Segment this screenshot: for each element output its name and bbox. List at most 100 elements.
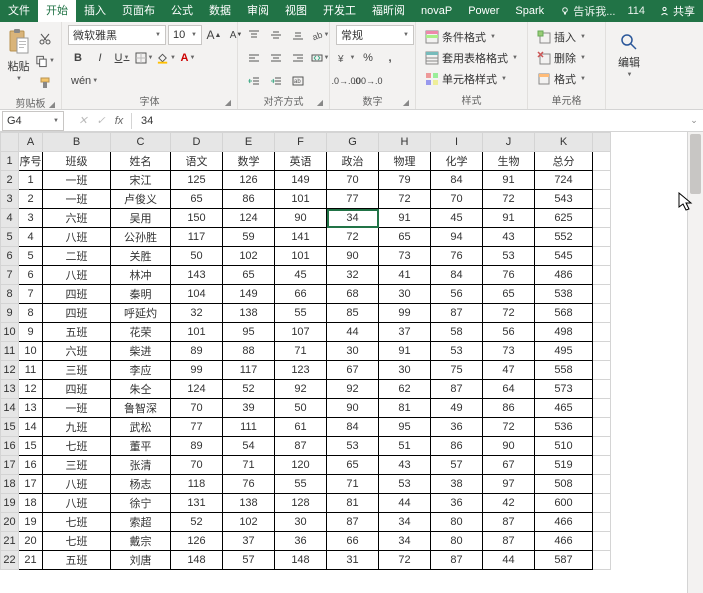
copy-button[interactable]: ▼ [35, 51, 55, 71]
dialog-launcher-icon[interactable]: ◢ [317, 98, 323, 107]
cell[interactable]: 545 [535, 247, 593, 266]
align-middle-button[interactable] [266, 25, 286, 45]
row-header-14[interactable]: 14 [1, 399, 19, 418]
cell[interactable]: 55 [275, 304, 327, 323]
cell[interactable]: 87 [431, 551, 483, 570]
select-all-corner[interactable] [1, 133, 19, 152]
cell[interactable]: 36 [431, 494, 483, 513]
cell[interactable]: 91 [379, 209, 431, 228]
cell[interactable]: 三班 [43, 456, 111, 475]
cell[interactable]: 558 [535, 361, 593, 380]
cell[interactable]: 5 [19, 247, 43, 266]
cell[interactable]: 131 [171, 494, 223, 513]
cell[interactable]: 101 [171, 323, 223, 342]
cell[interactable]: 84 [431, 266, 483, 285]
cell[interactable]: 关胜 [111, 247, 171, 266]
cell[interactable] [593, 285, 611, 304]
cell[interactable]: 79 [379, 171, 431, 190]
name-box[interactable]: G4▼ [2, 111, 64, 131]
cell[interactable]: 72 [327, 228, 379, 247]
table-header-cell[interactable]: 姓名 [111, 152, 171, 171]
cell[interactable]: 4 [19, 228, 43, 247]
cell[interactable]: 柴进 [111, 342, 171, 361]
cell[interactable]: 七班 [43, 437, 111, 456]
align-top-button[interactable] [244, 25, 264, 45]
cell[interactable]: 32 [327, 266, 379, 285]
underline-button[interactable]: U▼ [112, 48, 132, 68]
table-header-cell[interactable]: 英语 [275, 152, 327, 171]
currency-button[interactable]: ¥▼ [336, 48, 356, 68]
cell[interactable]: 510 [535, 437, 593, 456]
row-header-2[interactable]: 2 [1, 171, 19, 190]
decrease-decimal-button[interactable]: .00→.0 [358, 71, 378, 91]
col-header-G[interactable]: G [327, 133, 379, 152]
cell[interactable]: 573 [535, 380, 593, 399]
merge-button[interactable]: ▼ [310, 48, 330, 68]
bold-button[interactable]: B [68, 48, 88, 68]
font-size-combo[interactable]: 10▼ [168, 25, 202, 45]
cell[interactable]: 88 [223, 342, 275, 361]
cell[interactable]: 568 [535, 304, 593, 323]
cell[interactable]: 鲁智深 [111, 399, 171, 418]
cell[interactable] [593, 209, 611, 228]
cell[interactable]: 四班 [43, 285, 111, 304]
dialog-launcher-icon[interactable]: ◢ [225, 98, 231, 107]
cell[interactable]: 三班 [43, 361, 111, 380]
cell[interactable]: 65 [171, 190, 223, 209]
row-header-18[interactable]: 18 [1, 475, 19, 494]
cell[interactable]: 92 [275, 380, 327, 399]
cell[interactable]: 21 [19, 551, 43, 570]
cell[interactable]: 101 [275, 190, 327, 209]
cell[interactable]: 53 [431, 342, 483, 361]
cell[interactable]: 八班 [43, 228, 111, 247]
cell[interactable]: 71 [223, 456, 275, 475]
row-header-17[interactable]: 17 [1, 456, 19, 475]
cell[interactable]: 143 [171, 266, 223, 285]
cell-styles-button[interactable]: 单元格样式▼ [422, 69, 510, 88]
table-header-cell[interactable]: 数学 [223, 152, 275, 171]
cell[interactable]: 3 [19, 209, 43, 228]
align-right-button[interactable] [288, 48, 308, 68]
cell[interactable]: 70 [327, 171, 379, 190]
row-header-3[interactable]: 3 [1, 190, 19, 209]
cell[interactable]: 14 [19, 418, 43, 437]
cell[interactable]: 90 [483, 437, 535, 456]
tab-formula[interactable]: 公式 [163, 0, 201, 22]
table-header-cell[interactable]: 物理 [379, 152, 431, 171]
col-header-D[interactable]: D [171, 133, 223, 152]
cell[interactable]: 吴用 [111, 209, 171, 228]
col-header-H[interactable]: H [379, 133, 431, 152]
cell[interactable]: 72 [379, 190, 431, 209]
cell[interactable]: 56 [431, 285, 483, 304]
share-button[interactable]: 共享 [651, 3, 703, 19]
cell[interactable]: 107 [275, 323, 327, 342]
tab-home[interactable]: 开始 [38, 0, 76, 22]
cell[interactable]: 五班 [43, 551, 111, 570]
row-header-19[interactable]: 19 [1, 494, 19, 513]
cell[interactable]: 87 [431, 380, 483, 399]
tab-data[interactable]: 数据 [201, 0, 239, 22]
cell[interactable]: 51 [379, 437, 431, 456]
cell[interactable]: 104 [171, 285, 223, 304]
increase-indent-button[interactable] [266, 71, 286, 91]
cell[interactable]: 465 [535, 399, 593, 418]
align-left-button[interactable] [244, 48, 264, 68]
cell[interactable]: 65 [223, 266, 275, 285]
cell[interactable]: 张清 [111, 456, 171, 475]
cell[interactable]: 17 [19, 475, 43, 494]
cell[interactable]: 徐宁 [111, 494, 171, 513]
font-color-button[interactable]: A▼ [178, 48, 198, 68]
italic-button[interactable]: I [90, 48, 110, 68]
cell[interactable]: 58 [431, 323, 483, 342]
cell[interactable]: 44 [379, 494, 431, 513]
cell[interactable] [593, 418, 611, 437]
cell[interactable]: 76 [483, 266, 535, 285]
cell[interactable]: 八班 [43, 494, 111, 513]
cell[interactable]: 149 [223, 285, 275, 304]
cell[interactable]: 486 [535, 266, 593, 285]
cell[interactable]: 124 [223, 209, 275, 228]
cell[interactable]: 70 [171, 399, 223, 418]
cell[interactable] [593, 380, 611, 399]
row-header-9[interactable]: 9 [1, 304, 19, 323]
tab-fxr[interactable]: 福昕阅 [364, 0, 413, 22]
